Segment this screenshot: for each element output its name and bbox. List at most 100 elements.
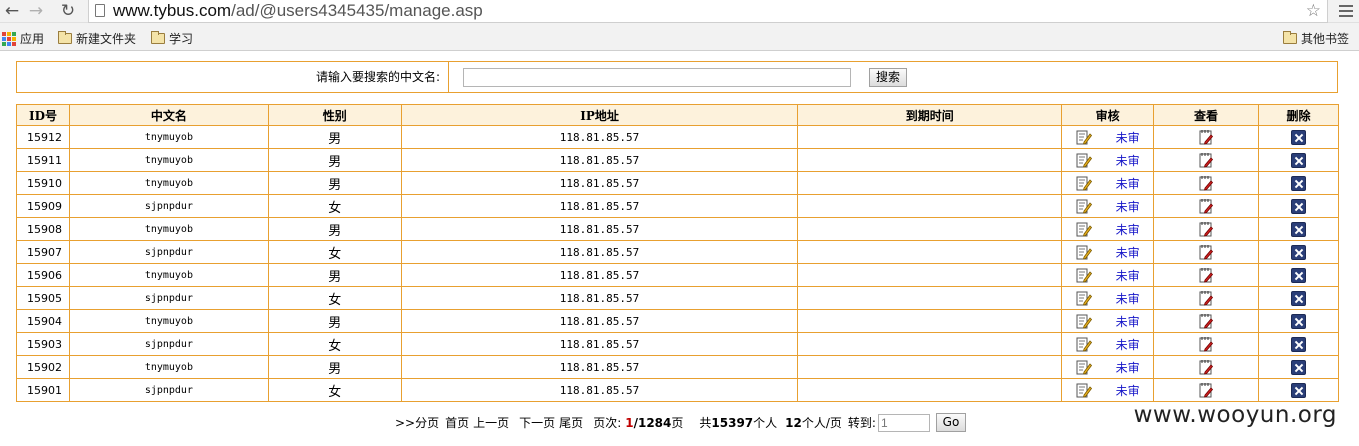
back-arrow-icon[interactable]: ← <box>2 1 22 21</box>
delete-icon[interactable] <box>1291 336 1306 352</box>
bookmark-apps[interactable]: 应用 <box>2 30 44 47</box>
edit-icon[interactable] <box>1076 313 1092 329</box>
view-icon[interactable] <box>1198 221 1214 237</box>
forward-arrow-icon[interactable]: → <box>26 1 46 21</box>
cell-expiry <box>797 378 1063 402</box>
view-icon[interactable] <box>1198 267 1214 283</box>
review-status-link[interactable]: 未审 <box>1116 290 1140 307</box>
edit-icon[interactable] <box>1076 336 1092 352</box>
delete-icon[interactable] <box>1291 267 1306 283</box>
view-icon[interactable] <box>1198 175 1214 191</box>
search-input[interactable] <box>463 68 851 87</box>
view-icon[interactable] <box>1198 129 1214 145</box>
review-status-link[interactable]: 未审 <box>1116 175 1140 192</box>
cell-name: sjpnpdur <box>68 378 269 402</box>
cell-gender: 女 <box>267 194 402 218</box>
search-button[interactable]: 搜索 <box>869 68 907 87</box>
edit-icon[interactable] <box>1076 359 1092 375</box>
header-delete: 删除 <box>1258 104 1339 126</box>
view-icon[interactable] <box>1198 382 1214 398</box>
table-row: 15911 tnymuyob 男 118.81.85.57 未审 <box>16 148 1339 172</box>
cell-id: 15910 <box>16 171 70 195</box>
bookmark-folder-new[interactable]: 新建文件夹 <box>58 30 136 47</box>
delete-icon[interactable] <box>1291 290 1306 306</box>
view-icon[interactable] <box>1198 198 1214 214</box>
review-status-link[interactable]: 未审 <box>1116 129 1140 146</box>
delete-icon[interactable] <box>1291 198 1306 214</box>
apps-icon <box>2 31 16 46</box>
cell-review: 未审 <box>1061 286 1155 310</box>
edit-icon[interactable] <box>1076 175 1092 191</box>
delete-icon[interactable] <box>1291 129 1306 145</box>
cell-expiry <box>797 263 1063 287</box>
header-view: 查看 <box>1153 104 1259 126</box>
header-name: 中文名 <box>68 104 269 126</box>
review-status-link[interactable]: 未审 <box>1116 152 1140 169</box>
review-status-link[interactable]: 未审 <box>1116 198 1140 215</box>
delete-icon[interactable] <box>1291 244 1306 260</box>
edit-icon[interactable] <box>1076 290 1092 306</box>
cell-gender: 男 <box>267 171 402 195</box>
bookmark-label: 其他书签 <box>1301 32 1350 46</box>
header-gender: 性别 <box>267 104 402 126</box>
edit-icon[interactable] <box>1076 267 1092 283</box>
next-page-link[interactable]: 下一页 <box>519 414 555 431</box>
cell-delete <box>1258 309 1339 333</box>
view-icon[interactable] <box>1198 152 1214 168</box>
cell-name: tnymuyob <box>68 355 269 379</box>
view-icon[interactable] <box>1198 313 1214 329</box>
bookmark-folder-study[interactable]: 学习 <box>151 30 193 47</box>
edit-icon[interactable] <box>1076 244 1092 260</box>
review-status-link[interactable]: 未审 <box>1116 267 1140 284</box>
edit-icon[interactable] <box>1076 152 1092 168</box>
edit-icon[interactable] <box>1076 198 1092 214</box>
review-status-link[interactable]: 未审 <box>1116 221 1140 238</box>
address-bar[interactable]: www.tybus.com/ad/@users4345435/manage.as… <box>88 0 1328 23</box>
bookmark-other[interactable]: 其他书签 <box>1283 30 1349 47</box>
goto-label: 转到: <box>847 416 876 430</box>
cell-ip: 118.81.85.57 <box>400 217 799 241</box>
delete-icon[interactable] <box>1291 313 1306 329</box>
delete-icon[interactable] <box>1291 221 1306 237</box>
delete-icon[interactable] <box>1291 175 1306 191</box>
menu-icon[interactable] <box>1339 5 1353 20</box>
cell-name: tnymuyob <box>68 263 269 287</box>
cell-view <box>1153 240 1259 264</box>
cell-ip: 118.81.85.57 <box>400 194 799 218</box>
review-status-link[interactable]: 未审 <box>1116 244 1140 261</box>
table-row: 15902 tnymuyob 男 118.81.85.57 未审 <box>16 355 1339 379</box>
go-button[interactable]: Go <box>935 413 966 432</box>
last-page-link[interactable]: 尾页 <box>559 414 583 431</box>
view-icon[interactable] <box>1198 336 1214 352</box>
prev-page-link[interactable]: 上一页 <box>473 414 509 431</box>
review-status-link[interactable]: 未审 <box>1116 382 1140 399</box>
edit-icon[interactable] <box>1076 382 1092 398</box>
view-icon[interactable] <box>1198 290 1214 306</box>
cell-delete <box>1258 217 1339 241</box>
view-icon[interactable] <box>1198 359 1214 375</box>
cell-ip: 118.81.85.57 <box>400 378 799 402</box>
cell-id: 15911 <box>16 148 70 172</box>
header-ip: IP地址 <box>400 104 799 126</box>
edit-icon[interactable] <box>1076 129 1092 145</box>
first-page-link[interactable]: 首页 <box>445 414 469 431</box>
delete-icon[interactable] <box>1291 152 1306 168</box>
edit-icon[interactable] <box>1076 221 1092 237</box>
cell-id: 15906 <box>16 263 70 287</box>
cell-name: tnymuyob <box>68 148 269 172</box>
cell-review: 未审 <box>1061 378 1155 402</box>
delete-icon[interactable] <box>1291 382 1306 398</box>
total-suffix: 个人 <box>753 416 778 430</box>
pager-prefix: >>分页 <box>395 416 440 430</box>
cell-ip: 118.81.85.57 <box>400 355 799 379</box>
review-status-link[interactable]: 未审 <box>1116 359 1140 376</box>
bookmark-star-icon[interactable]: ☆ <box>1306 1 1321 21</box>
cell-review: 未审 <box>1061 355 1155 379</box>
goto-page-input[interactable] <box>877 413 930 432</box>
reload-icon[interactable]: ↻ <box>58 1 78 21</box>
delete-icon[interactable] <box>1291 359 1306 375</box>
review-status-link[interactable]: 未审 <box>1116 336 1140 353</box>
review-status-link[interactable]: 未审 <box>1116 313 1140 330</box>
view-icon[interactable] <box>1198 244 1214 260</box>
cell-delete <box>1258 355 1339 379</box>
